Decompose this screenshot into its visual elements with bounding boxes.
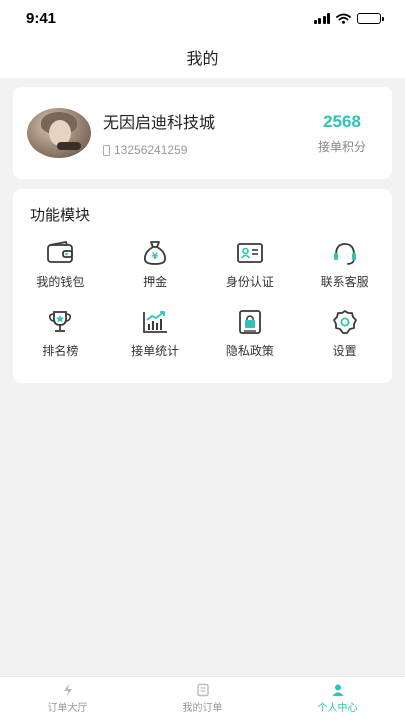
- points-label: 接单积分: [317, 139, 366, 154]
- avatar[interactable]: [27, 108, 91, 158]
- points-value: 2568: [323, 111, 361, 131]
- phone-row: 13256241259: [103, 143, 306, 157]
- module-label: 身份认证: [225, 275, 274, 289]
- module-title: 功能模块: [30, 207, 91, 224]
- status-time: 9:41: [26, 9, 57, 27]
- module-ranking[interactable]: 排名榜: [13, 308, 108, 359]
- module-wallet[interactable]: 我的钱包: [13, 239, 108, 290]
- tab-label: 个人中心: [317, 703, 358, 714]
- profile-info: 无因启迪科技城 13256241259: [103, 109, 306, 157]
- module-label: 设置: [332, 344, 357, 358]
- nav-bar: 我的: [0, 36, 405, 78]
- module-deposit[interactable]: ¥ 押金: [108, 239, 203, 290]
- phone-number: 13256241259: [114, 143, 188, 157]
- tab-my-orders[interactable]: 我的订单: [135, 677, 270, 720]
- headset-icon: [333, 243, 356, 265]
- module-label: 隐私政策: [225, 344, 274, 358]
- lightning-icon: [63, 684, 72, 696]
- module-label: 我的钱包: [36, 275, 85, 289]
- tab-bar: 订单大厅 我的订单 个人中心: [0, 676, 405, 720]
- svg-text:¥: ¥: [152, 252, 159, 262]
- module-order-stats[interactable]: 接单统计: [108, 308, 203, 359]
- id-card-icon: [236, 243, 263, 263]
- signal-icon: [313, 12, 330, 24]
- module-label: 接单统计: [131, 344, 180, 358]
- tab-label: 订单大厅: [47, 703, 88, 714]
- privacy-icon: [238, 310, 261, 334]
- points-block[interactable]: 2568 接单积分: [306, 112, 378, 155]
- person-icon: [332, 684, 343, 696]
- module-label: 联系客服: [320, 275, 369, 289]
- status-icons: [313, 12, 384, 24]
- module-privacy[interactable]: 隐私政策: [203, 308, 298, 359]
- money-bag-icon: ¥: [144, 241, 167, 265]
- tab-order-hall[interactable]: 订单大厅: [0, 677, 135, 720]
- gear-icon: [332, 310, 357, 334]
- module-card: 功能模块 我的钱包 ¥ 押金 身份认证 联系客服 排名榜 接单统计 隐私政策 设…: [13, 189, 392, 383]
- status-bar: 9:41: [0, 0, 405, 36]
- phone-icon: [103, 144, 110, 156]
- order-icon: [196, 683, 209, 697]
- module-grid: 我的钱包 ¥ 押金 身份认证 联系客服 排名榜 接单统计 隐私政策 设置: [13, 239, 392, 359]
- page-title: 我的: [186, 51, 219, 68]
- profile-card[interactable]: 无因启迪科技城 13256241259 2568 接单积分: [13, 87, 392, 179]
- module-support[interactable]: 联系客服: [297, 239, 392, 290]
- trophy-icon: [49, 311, 72, 332]
- wallet-icon: [47, 240, 74, 263]
- module-identity[interactable]: 身份认证: [203, 239, 298, 290]
- module-settings[interactable]: 设置: [297, 308, 392, 359]
- battery-icon: [357, 12, 384, 24]
- tab-label: 我的订单: [182, 703, 223, 714]
- module-label: 押金: [143, 275, 168, 289]
- wifi-icon: [336, 13, 351, 24]
- stats-chart-icon: [143, 311, 168, 333]
- company-name: 无因启迪科技城: [103, 115, 216, 132]
- module-label: 排名榜: [42, 344, 79, 358]
- tab-profile[interactable]: 个人中心: [270, 677, 405, 720]
